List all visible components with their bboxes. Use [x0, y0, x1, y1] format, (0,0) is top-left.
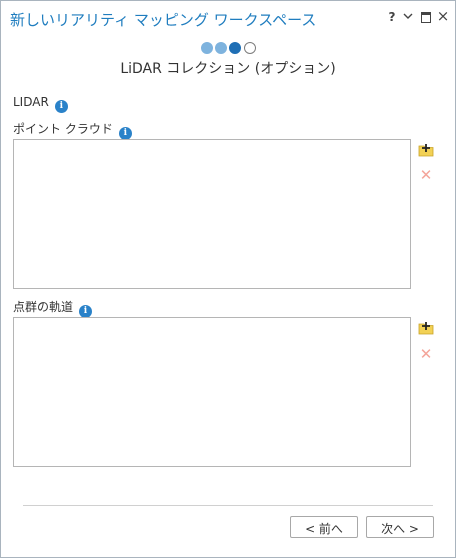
remove-trajectory-button[interactable]: ✕	[419, 347, 433, 362]
info-icon[interactable]: i	[54, 100, 68, 113]
next-button[interactable]: 次へ >	[366, 516, 434, 538]
lidar-section-label: LIDAR i	[13, 95, 68, 113]
step-dot-1	[201, 42, 213, 54]
options-menu-button[interactable]	[401, 10, 415, 24]
remove-point-cloud-button[interactable]: ✕	[419, 168, 433, 183]
point-cloud-list[interactable]	[13, 139, 411, 289]
help-button[interactable]: ?	[385, 10, 399, 24]
maximize-button[interactable]	[419, 10, 433, 24]
point-cloud-label-text: ポイント クラウド	[13, 122, 113, 136]
close-button[interactable]: ×	[436, 9, 450, 24]
previous-button[interactable]: < 前へ	[290, 516, 358, 538]
add-folder-icon	[418, 322, 434, 335]
trajectory-label-text: 点群の軌道	[13, 300, 74, 314]
add-point-cloud-button[interactable]	[418, 142, 434, 158]
point-cloud-label: ポイント クラウド i	[13, 120, 132, 140]
step-dot-2	[215, 42, 227, 54]
footer-divider	[23, 505, 433, 506]
trajectory-label: 点群の軌道 i	[13, 298, 93, 318]
title-bar: 新しいリアリティ マッピング ワークスペース ? ×	[1, 1, 455, 35]
step-dot-3	[229, 42, 241, 54]
step-title: LiDAR コレクション (オプション)	[120, 61, 336, 77]
lidar-label-text: LIDAR	[13, 95, 49, 109]
add-folder-icon	[418, 144, 434, 157]
trajectory-list[interactable]	[13, 317, 411, 467]
wizard-dialog: 新しいリアリティ マッピング ワークスペース ? × LiDAR コレクション …	[0, 0, 456, 558]
dialog-title: 新しいリアリティ マッピング ワークスペース	[10, 11, 317, 29]
maximize-icon	[421, 12, 431, 23]
add-trajectory-button[interactable]	[418, 320, 434, 336]
chevron-down-icon	[403, 13, 413, 19]
step-dot-4	[244, 42, 256, 54]
